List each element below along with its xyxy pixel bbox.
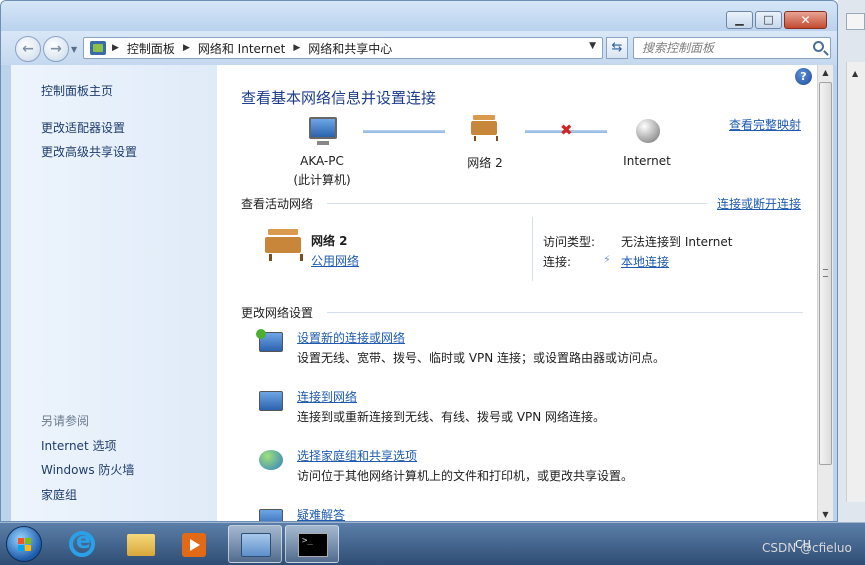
close-icon: ✕ xyxy=(800,13,811,27)
title-bar[interactable]: ▁ □ ✕ xyxy=(1,1,837,31)
troubleshoot-link[interactable]: 疑难解答 xyxy=(297,506,345,521)
refresh-button[interactable]: ⇆ xyxy=(606,37,628,59)
back-arrow-icon: ← xyxy=(22,41,34,57)
network-label: 网络 2 xyxy=(467,156,503,170)
network-type-link[interactable]: 公用网络 xyxy=(311,252,359,269)
minimize-button[interactable]: ▁ xyxy=(726,11,753,29)
search-icon[interactable] xyxy=(813,41,824,52)
start-button[interactable] xyxy=(6,526,42,562)
setup-new-connection-link[interactable]: 设置新的连接或网络 xyxy=(297,329,405,346)
taskbar-command-prompt[interactable] xyxy=(285,525,339,563)
sidebar-homegroup[interactable]: 家庭组 xyxy=(41,486,77,503)
minimize-icon: ▁ xyxy=(735,13,744,26)
connect-disconnect-link[interactable]: 连接或断开连接 xyxy=(717,195,801,212)
media-player-icon xyxy=(182,533,206,557)
access-type-value: 无法连接到 Internet xyxy=(621,235,733,249)
active-networks-title: 查看活动网络 xyxy=(241,197,314,211)
breadcrumb-network-internet[interactable]: 网络和 Internet ▶ xyxy=(198,40,308,57)
grip-icon xyxy=(823,269,828,277)
task-description: 访问位于其他网络计算机上的文件和打印机，或更改共享设置。 xyxy=(297,469,634,483)
scroll-down-icon[interactable]: ▼ xyxy=(818,507,833,521)
folder-icon xyxy=(127,534,155,556)
forward-arrow-icon: → xyxy=(50,41,62,57)
task-description: 设置无线、宽带、拨号、临时或 VPN 连接；或设置路由器或访问点。 xyxy=(297,351,666,365)
local-connection-link[interactable]: 本地连接 xyxy=(621,253,669,270)
public-network-bench-icon[interactable] xyxy=(471,115,498,141)
homegroup-icon xyxy=(259,450,283,470)
vertical-divider xyxy=(532,217,533,281)
taskbar-file-explorer[interactable] xyxy=(114,525,168,563)
search-input[interactable]: 搜索控制面板 xyxy=(633,37,831,59)
scroll-up-icon[interactable]: ▲ xyxy=(852,69,858,78)
scroll-up-icon[interactable]: ▲ xyxy=(818,65,833,81)
sidebar-control-panel-home[interactable]: 控制面板主页 xyxy=(41,82,113,99)
sidebar-internet-options[interactable]: Internet 选项 xyxy=(41,437,116,454)
forward-button[interactable]: → xyxy=(43,36,69,62)
address-dropdown-icon[interactable]: ▼ xyxy=(589,41,596,51)
taskbar-internet-explorer[interactable] xyxy=(55,525,109,563)
network-center-icon xyxy=(241,533,271,557)
active-network-name: 网络 2 xyxy=(311,234,348,248)
pc-subtitle-label: (此计算机) xyxy=(293,173,351,187)
network-sharing-center-window: ▁ □ ✕ ← → ▼ ▶ 控制面板 ▶ 网络和 Internet ▶ 网络和共享中… xyxy=(0,0,838,522)
connect-network-icon xyxy=(259,391,283,411)
section-divider xyxy=(327,203,707,204)
page-title: 查看基本网络信息并设置连接 xyxy=(241,89,437,107)
sidebar: 控制面板主页 更改适配器设置 更改高级共享设置 另请参阅 Internet 选项… xyxy=(11,65,217,521)
sidebar-change-advanced-sharing[interactable]: 更改高级共享设置 xyxy=(41,143,137,160)
local-connection-icon: ⚡ xyxy=(603,253,611,266)
breadcrumb-network-sharing-center[interactable]: 网络和共享中心 xyxy=(308,40,392,57)
breadcrumb-control-panel[interactable]: 控制面板 ▶ xyxy=(127,40,198,57)
maximize-button[interactable]: □ xyxy=(755,11,782,29)
window-controls: ▁ □ ✕ xyxy=(724,11,827,29)
change-settings-title: 更改网络设置 xyxy=(241,306,314,320)
internet-globe-icon[interactable] xyxy=(636,119,660,143)
navigation-bar: ← → ▼ ▶ 控制面板 ▶ 网络和 Internet ▶ 网络和共享中心 ▼ ⇆ … xyxy=(1,31,837,65)
internet-explorer-icon xyxy=(69,529,95,557)
command-prompt-icon xyxy=(298,533,328,557)
background-scrollbar[interactable]: ▲ xyxy=(846,62,865,502)
main-panel: ? 查看基本网络信息并设置连接 查看完整映射 ✖ AKA-PC (此计算机) 网… xyxy=(217,65,817,521)
refresh-icon: ⇆ xyxy=(611,40,623,55)
background-window-button[interactable] xyxy=(846,13,865,30)
maximize-icon: □ xyxy=(763,13,774,26)
address-bar[interactable]: ▶ 控制面板 ▶ 网络和 Internet ▶ 网络和共享中心 ▼ xyxy=(83,37,603,59)
section-divider xyxy=(327,312,803,313)
connections-label: 连接: xyxy=(543,255,572,269)
content-area: 控制面板主页 更改适配器设置 更改高级共享设置 另请参阅 Internet 选项… xyxy=(11,65,833,521)
connection-line xyxy=(363,130,445,133)
connect-to-network-link[interactable]: 连接到网络 xyxy=(297,388,357,405)
see-also-heading: 另请参阅 xyxy=(41,414,90,428)
sidebar-change-adapter-settings[interactable]: 更改适配器设置 xyxy=(41,119,125,136)
pc-name-label: AKA-PC xyxy=(300,154,344,168)
windows-logo-icon xyxy=(18,538,32,552)
access-type-label: 访问类型: xyxy=(543,235,596,249)
help-icon[interactable]: ? xyxy=(795,68,812,85)
task-description: 连接到或重新连接到无线、有线、拨号或 VPN 网络连接。 xyxy=(297,410,606,424)
control-panel-icon xyxy=(90,41,106,55)
taskbar-network-center[interactable] xyxy=(228,525,282,563)
recent-pages-dropdown-icon[interactable]: ▼ xyxy=(71,45,77,54)
homegroup-sharing-link[interactable]: 选择家庭组和共享选项 xyxy=(297,447,417,464)
back-button[interactable]: ← xyxy=(15,36,41,62)
sidebar-windows-firewall[interactable]: Windows 防火墙 xyxy=(41,461,134,478)
watermark: CSDN @cfieluo xyxy=(762,541,852,555)
computer-icon xyxy=(309,117,337,145)
no-connection-x-icon: ✖ xyxy=(560,121,573,139)
background-window-edge: ▲ xyxy=(838,0,865,522)
view-full-map-link[interactable]: 查看完整映射 xyxy=(729,116,801,133)
close-button[interactable]: ✕ xyxy=(784,11,827,29)
scrollbar-thumb[interactable] xyxy=(819,82,832,465)
new-connection-icon xyxy=(256,329,283,352)
troubleshoot-icon xyxy=(259,509,283,521)
vertical-scrollbar[interactable]: ▲ ▼ xyxy=(817,65,833,521)
internet-label: Internet xyxy=(623,154,671,168)
taskbar: CH xyxy=(0,522,865,565)
public-network-bench-icon[interactable] xyxy=(265,229,303,261)
breadcrumb-separator-root[interactable]: ▶ xyxy=(112,43,127,53)
taskbar-media-player[interactable] xyxy=(168,525,222,563)
